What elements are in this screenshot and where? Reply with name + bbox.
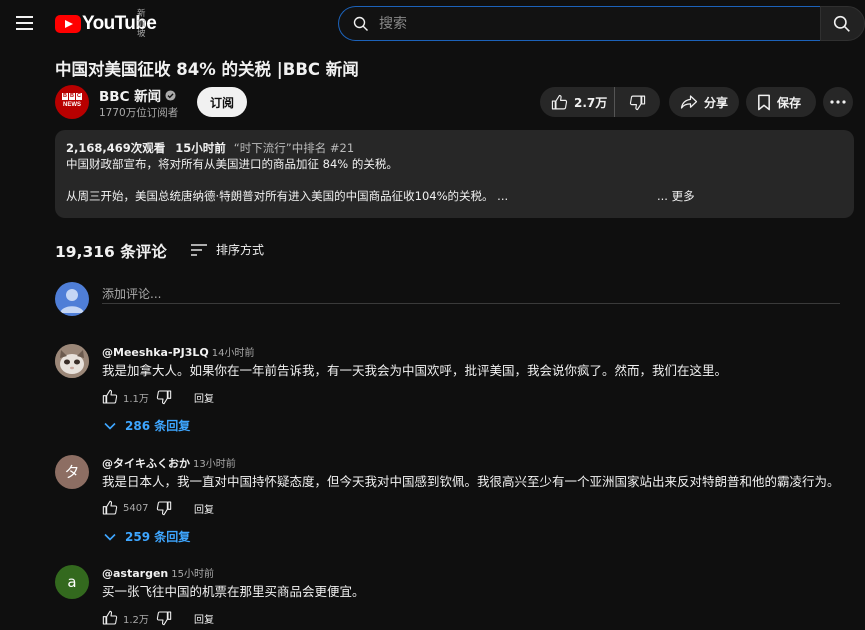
comment-time[interactable]: 14小时前 <box>212 348 255 359</box>
thumbs-up-icon <box>551 94 568 109</box>
dislike-button[interactable] <box>615 87 660 117</box>
comment-time[interactable]: 13小时前 <box>193 459 236 470</box>
thumbs-up-icon[interactable] <box>102 500 118 516</box>
comment-like-count: 5407 <box>123 502 149 514</box>
comment-actions: 1.2万 回复 <box>102 608 214 628</box>
view-replies-button[interactable]: 286 条回复 <box>104 417 190 434</box>
show-more-button[interactable]: ... 更多 <box>657 188 695 204</box>
share-icon <box>680 95 698 109</box>
search-bar <box>338 6 865 41</box>
comment-author[interactable]: @タイキふくおか 13小时前 <box>102 455 236 471</box>
share-button[interactable]: 分享 <box>669 87 739 117</box>
like-dislike-group: 2.7万 <box>540 87 660 117</box>
user-avatar <box>55 282 89 316</box>
search-box[interactable] <box>338 6 820 41</box>
top-bar: YouTube 新加坡 <box>0 0 865 48</box>
description-meta: 2,168,469次观看 15小时前 “时下流行”中排名 #21 <box>66 140 843 156</box>
description-line: 中国财政部宣布，将对所有从美国进口的商品加征 84% 的关税。 <box>66 157 398 171</box>
bbc-logo: BBC <box>62 93 82 100</box>
view-replies-button[interactable]: 259 条回复 <box>104 528 190 545</box>
comment-author[interactable]: @Meeshka-PJ3LQ 14小时前 <box>102 344 254 359</box>
default-user-icon <box>60 289 84 313</box>
replies-count: 286 条回复 <box>125 419 191 433</box>
more-horizontal-icon <box>830 100 846 104</box>
comment-text: 买一张飞往中国的机票在那里买商品会更便宜。 <box>102 584 365 599</box>
subscriber-count: 1770万位订阅者 <box>99 107 179 119</box>
description-box[interactable]: 2,168,469次观看 15小时前 “时下流行”中排名 #21 中国财政部宣布… <box>55 130 854 218</box>
commenter-avatar[interactable]: a <box>55 565 89 599</box>
menu-icon <box>16 16 33 18</box>
comment-author[interactable]: @astargen 15小时前 <box>102 565 214 580</box>
description-line-2-text: 从周三开始，美国总统唐纳德·特朗普对所有进入美国的中国商品征收104%的关税。 … <box>66 189 509 203</box>
video-title: 中国对美国征收 84% 的关税 |BBC 新闻 <box>55 60 359 79</box>
add-comment-input[interactable] <box>102 284 840 304</box>
upload-time: 15小时前 <box>175 141 226 155</box>
author-name: @Meeshka-PJ3LQ <box>102 346 209 359</box>
bookmark-icon <box>758 94 770 110</box>
avatar-news-text: NEWS <box>63 102 81 108</box>
thumbs-down-icon[interactable] <box>156 610 172 626</box>
reply-button[interactable]: 回复 <box>194 390 214 405</box>
comment-actions: 1.1万 回复 <box>102 387 214 407</box>
sort-label: 排序方式 <box>216 243 265 257</box>
share-label: 分享 <box>704 95 729 110</box>
save-button[interactable]: 保存 <box>746 87 816 117</box>
thumbs-down-icon <box>629 95 646 110</box>
thumbs-up-icon[interactable] <box>102 610 118 626</box>
channel-name[interactable]: BBC 新闻 <box>99 85 176 105</box>
thumbs-down-icon[interactable] <box>156 500 172 516</box>
comment-text: 我是加拿大人。如果你在一年前告诉我，有一天我会为中国欢呼，批评美国，我会说你疯了… <box>102 363 728 378</box>
chevron-down-icon <box>104 422 116 430</box>
author-name: @タイキふくおか <box>102 457 190 470</box>
thumbs-up-icon[interactable] <box>102 389 118 405</box>
commenter-avatar[interactable] <box>55 344 89 378</box>
avatar-letter: a <box>67 573 77 591</box>
reply-button[interactable]: 回复 <box>194 611 214 626</box>
like-button[interactable]: 2.7万 <box>540 87 615 117</box>
author-name: @astargen <box>102 567 169 580</box>
more-actions-button[interactable] <box>823 87 853 117</box>
sort-button[interactable]: 排序方式 <box>191 241 264 258</box>
verified-icon <box>165 89 176 101</box>
reply-button[interactable]: 回复 <box>194 501 214 516</box>
cat-photo-avatar <box>55 344 89 378</box>
description-line-2: 从周三开始，美国总统唐纳德·特朗普对所有进入美国的中国商品征收104%的关税。 … <box>66 188 843 204</box>
sort-icon <box>191 243 207 256</box>
channel-name-text: BBC 新闻 <box>99 89 162 105</box>
trending-rank[interactable]: “时下流行”中排名 #21 <box>234 141 354 155</box>
comment-text: 我是日本人，我一直对中国持怀疑态度，但今天我对中国感到钦佩。我很高兴至少有一个亚… <box>102 474 840 489</box>
channel-avatar[interactable]: BBC NEWS <box>55 85 89 119</box>
commenter-avatar[interactable]: タ <box>55 455 89 489</box>
comment-like-count: 1.1万 <box>123 393 149 405</box>
chevron-down-icon <box>104 533 116 541</box>
youtube-play-icon <box>55 15 81 33</box>
thumbs-down-icon[interactable] <box>156 389 172 405</box>
menu-button[interactable] <box>12 10 38 36</box>
avatar-letter: タ <box>64 463 80 481</box>
comment-time[interactable]: 15小时前 <box>171 569 214 580</box>
region-label: 新加坡 <box>137 9 146 39</box>
save-label: 保存 <box>777 95 802 110</box>
add-comment-row <box>55 282 841 316</box>
subscribe-button[interactable]: 订阅 <box>197 87 247 117</box>
owner-row: BBC NEWS BBC 新闻 1770万位订阅者 订阅 2.7万 分享 保存 <box>55 85 865 119</box>
comment-actions: 5407 回复 <box>102 498 214 518</box>
comments-count: 19,316 条评论 <box>55 243 167 261</box>
comment-like-count: 1.2万 <box>123 614 149 626</box>
like-count: 2.7万 <box>574 95 608 110</box>
search-input[interactable] <box>379 7 809 40</box>
comments-header: 19,316 条评论 排序方式 <box>55 239 455 263</box>
search-button[interactable] <box>820 6 865 41</box>
search-icon <box>833 15 850 32</box>
view-count: 2,168,469次观看 <box>66 141 166 155</box>
replies-count: 259 条回复 <box>125 530 191 544</box>
search-icon <box>353 16 368 31</box>
